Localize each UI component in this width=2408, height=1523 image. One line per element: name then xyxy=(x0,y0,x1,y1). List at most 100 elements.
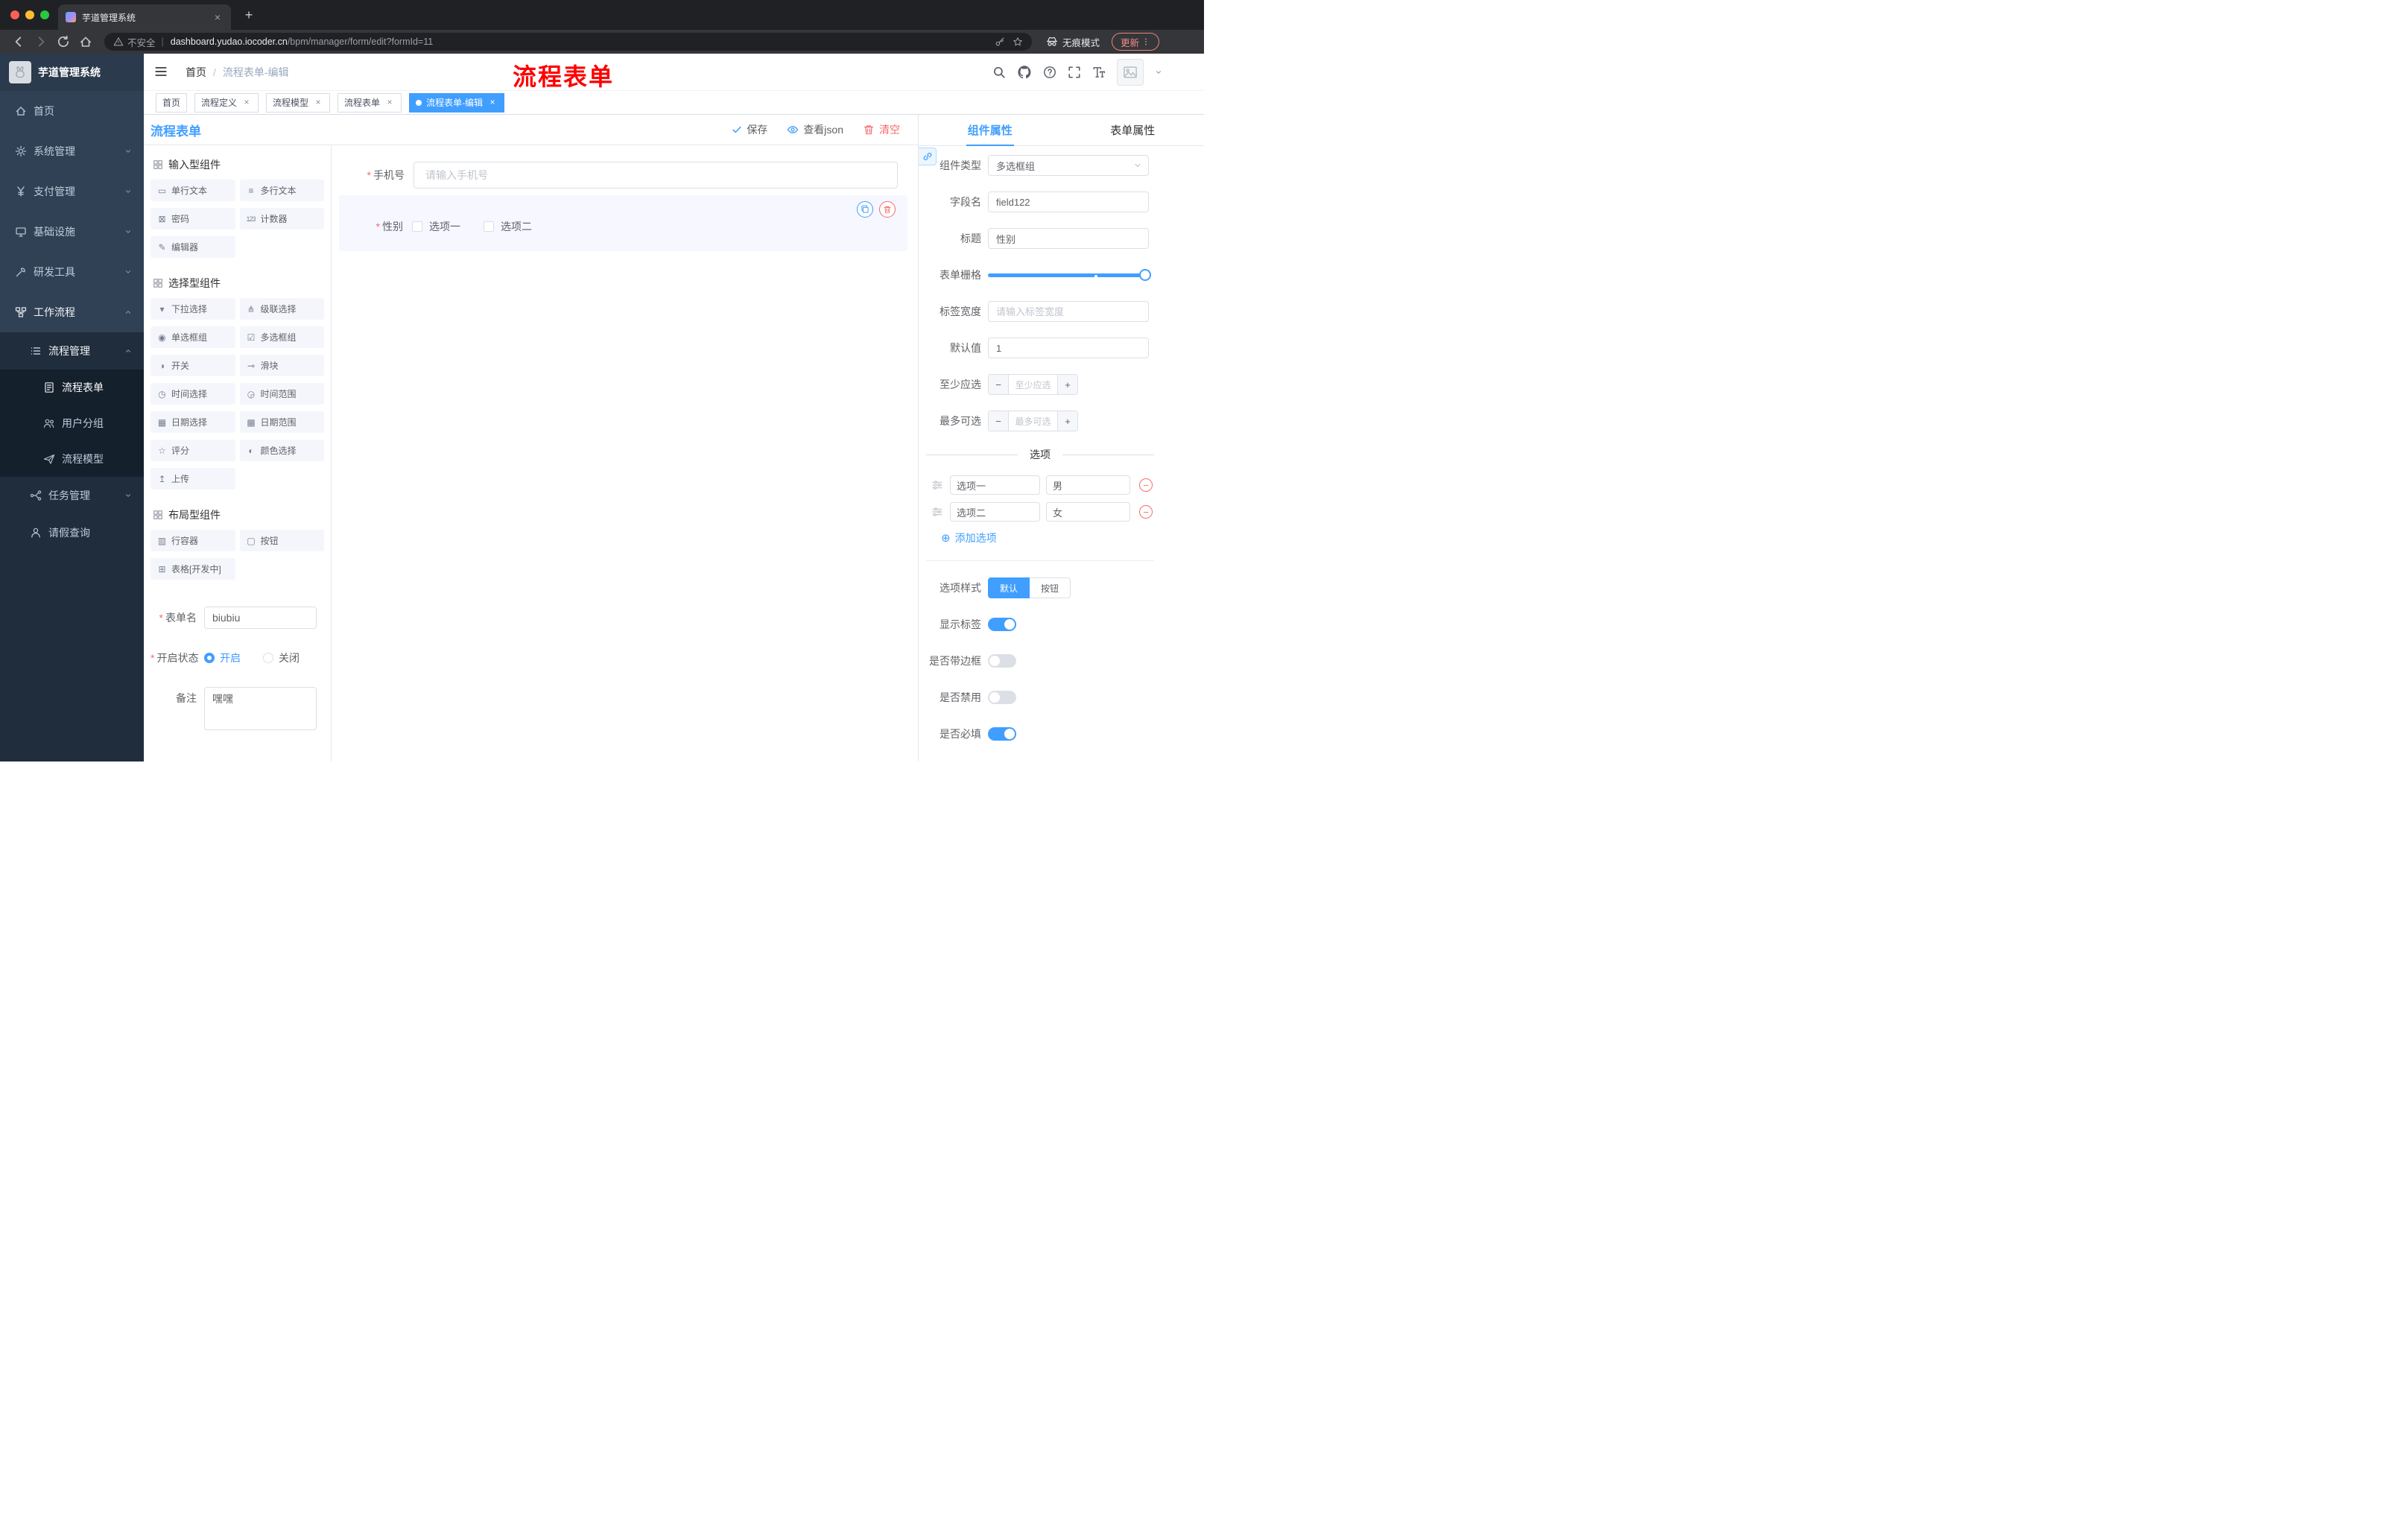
security-label[interactable]: 不安全 xyxy=(127,35,156,49)
fullscreen-button[interactable] xyxy=(1068,66,1081,79)
breadcrumb-home[interactable]: 首页 xyxy=(186,65,206,80)
copy-component-button[interactable] xyxy=(857,201,873,218)
phone-field-row[interactable]: * 手机号 xyxy=(339,162,898,189)
palette-item-radio-group[interactable]: ◉ 单选框组 xyxy=(150,326,235,348)
help-button[interactable] xyxy=(1043,66,1056,79)
close-icon[interactable]: × xyxy=(313,97,323,108)
clear-button[interactable]: 清空 xyxy=(863,122,900,137)
tab-form-props[interactable]: 表单属性 xyxy=(1062,115,1205,145)
palette-item-time-range[interactable]: ◶ 时间范围 xyxy=(239,383,324,405)
delete-component-button[interactable] xyxy=(879,201,896,218)
palette-item-date-range[interactable]: ▩ 日期范围 xyxy=(239,411,324,433)
palette-item-dropdown-select[interactable]: ▾ 下拉选择 xyxy=(150,298,235,320)
palette-item-date-picker[interactable]: ▦ 日期选择 xyxy=(150,411,235,433)
palette-item-editor[interactable]: ✎ 编辑器 xyxy=(150,236,235,258)
tag-process-form[interactable]: 流程表单 × xyxy=(338,92,402,113)
radio-disabled[interactable]: 关闭 xyxy=(263,650,300,665)
slider-handle[interactable] xyxy=(1139,269,1151,281)
remove-option-button[interactable]: − xyxy=(1139,505,1153,519)
label-width-input[interactable] xyxy=(988,301,1149,322)
style-button-button[interactable]: 按钮 xyxy=(1030,577,1071,598)
tag-process-form-edit[interactable]: 流程表单-编辑 × xyxy=(409,92,505,113)
font-size-button[interactable] xyxy=(1092,66,1106,79)
field-name-input[interactable] xyxy=(988,191,1149,212)
address-bar[interactable]: 不安全 | dashboard.yudao.iocoder.cn /bpm/ma… xyxy=(104,33,1032,51)
radio-enabled[interactable]: 开启 xyxy=(204,650,241,665)
data-binding-badge[interactable] xyxy=(919,148,937,165)
sidebar-item-task-management[interactable]: 任务管理 xyxy=(0,477,144,514)
checkbox-option-1[interactable]: 选项一 xyxy=(412,219,460,234)
option-1-label-input[interactable] xyxy=(950,475,1040,495)
home-icon[interactable] xyxy=(79,35,92,48)
remove-option-button[interactable]: − xyxy=(1139,478,1153,492)
drag-handle-icon[interactable] xyxy=(931,479,943,491)
form-canvas[interactable]: *手机号 *性别 选项一 选项二 xyxy=(332,145,918,762)
sidebar-item-process-form[interactable]: 流程表单 xyxy=(0,370,144,405)
phone-input[interactable] xyxy=(414,162,898,189)
sidebar-item-system-management[interactable]: 系统管理 xyxy=(0,131,144,171)
window-close-button[interactable] xyxy=(10,10,19,19)
search-button[interactable] xyxy=(992,66,1006,79)
palette-item-rating[interactable]: ☆ 评分 xyxy=(150,440,235,461)
forward-icon[interactable] xyxy=(34,35,48,48)
sidebar-toggle-icon[interactable] xyxy=(154,65,168,78)
palette-item-color-picker[interactable]: ◐ 颜色选择 xyxy=(239,440,324,461)
border-switch[interactable] xyxy=(988,654,1016,668)
browser-update-button[interactable]: 更新 xyxy=(1112,33,1159,51)
slider-track[interactable] xyxy=(988,273,1149,277)
tag-home[interactable]: 首页 xyxy=(156,92,188,113)
increase-button[interactable]: + xyxy=(1057,375,1077,394)
sidebar-item-user-group[interactable]: 用户分组 xyxy=(0,405,144,441)
sidebar-item-workflow[interactable]: 工作流程 xyxy=(0,292,144,332)
tab-component-props[interactable]: 组件属性 xyxy=(919,115,1062,145)
sidebar-item-process-model[interactable]: 流程模型 xyxy=(0,441,144,477)
required-switch[interactable] xyxy=(988,727,1016,741)
option-1-value-input[interactable] xyxy=(1046,475,1130,495)
palette-item-multi-line-text[interactable]: ≡ 多行文本 xyxy=(239,180,324,201)
tag-process-model[interactable]: 流程模型 × xyxy=(266,92,331,113)
palette-item-cascade-select[interactable]: ⋔ 级联选择 xyxy=(239,298,324,320)
increase-button[interactable]: + xyxy=(1057,411,1077,431)
form-grid-slider[interactable] xyxy=(988,265,1151,285)
option-2-value-input[interactable] xyxy=(1046,502,1130,522)
save-button[interactable]: 保存 xyxy=(732,122,767,137)
bookmark-star-icon[interactable] xyxy=(1013,37,1023,47)
back-icon[interactable] xyxy=(12,35,25,48)
drag-handle-icon[interactable] xyxy=(931,506,943,518)
app-logo[interactable]: 芋道管理系统 xyxy=(0,54,144,91)
style-default-button[interactable]: 默认 xyxy=(988,577,1030,598)
show-label-switch[interactable] xyxy=(988,618,1016,631)
sidebar-item-infrastructure[interactable]: 基础设施 xyxy=(0,212,144,252)
github-button[interactable] xyxy=(1017,65,1032,80)
default-value-input[interactable] xyxy=(988,338,1149,358)
palette-item-time-picker[interactable]: ◷ 时间选择 xyxy=(150,383,235,405)
form-name-input[interactable] xyxy=(204,607,317,629)
palette-item-row-container[interactable]: ▥ 行容器 xyxy=(150,530,235,551)
decrease-button[interactable]: − xyxy=(989,375,1009,394)
window-zoom-button[interactable] xyxy=(40,10,49,19)
palette-item-single-line-text[interactable]: ▭ 单行文本 xyxy=(150,180,235,201)
sidebar-item-home[interactable]: 首页 xyxy=(0,91,144,131)
close-icon[interactable]: × xyxy=(487,97,498,108)
window-minimize-button[interactable] xyxy=(25,10,34,19)
component-type-select[interactable]: 多选框组 xyxy=(988,155,1149,176)
max-select-placeholder[interactable]: 最多可选 xyxy=(1009,411,1057,431)
tab-close-icon[interactable]: × xyxy=(212,11,224,23)
disabled-switch[interactable] xyxy=(988,691,1016,704)
add-option-button[interactable]: ⊕ 添加选项 xyxy=(941,531,1204,545)
title-input[interactable] xyxy=(988,228,1149,249)
close-icon[interactable]: × xyxy=(384,97,395,108)
sidebar-item-leave-query[interactable]: 请假查询 xyxy=(0,514,144,551)
sidebar-item-process-management[interactable]: 流程管理 xyxy=(0,332,144,370)
option-2-label-input[interactable] xyxy=(950,502,1040,522)
min-select-placeholder[interactable]: 至少应选 xyxy=(1009,375,1057,394)
remark-textarea[interactable]: 嘿嘿 xyxy=(204,687,317,730)
tag-process-definition[interactable]: 流程定义 × xyxy=(194,92,259,113)
palette-item-table-dev[interactable]: ⊞ 表格[开发中] xyxy=(150,558,235,580)
checkbox-option-2[interactable]: 选项二 xyxy=(484,219,532,234)
palette-item-checkbox-group[interactable]: ☑ 多选框组 xyxy=(239,326,324,348)
reload-icon[interactable] xyxy=(57,35,70,48)
palette-item-switch[interactable]: ◑ 开关 xyxy=(150,355,235,376)
palette-item-button[interactable]: ▢ 按钮 xyxy=(239,530,324,551)
key-icon[interactable] xyxy=(995,37,1005,47)
